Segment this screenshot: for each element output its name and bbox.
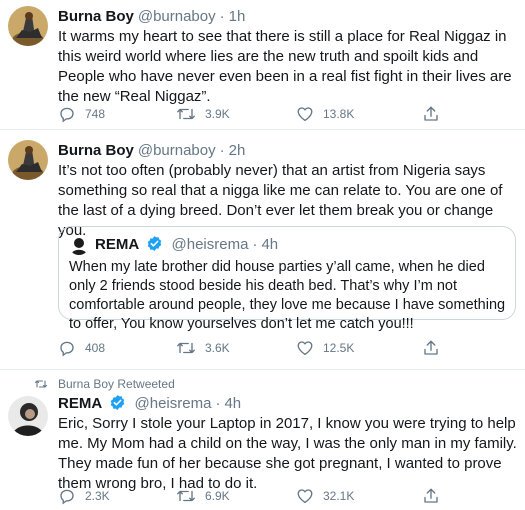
- heart-icon: [297, 107, 313, 122]
- display-name[interactable]: REMA: [58, 395, 102, 412]
- quoted-avatar: [69, 235, 89, 255]
- tweet[interactable]: Burna Boy @burnaboy · 1h It warms my heart …: [0, 0, 525, 130]
- share-button[interactable]: [422, 486, 440, 506]
- tweet-actions: 2.3K 6.9K 32.1K: [58, 486, 518, 506]
- reply-icon: [60, 489, 74, 505]
- quoted-display-name: REMA: [95, 236, 140, 253]
- tweet-header: REMA @heisrema · 4h: [58, 394, 241, 414]
- tweet-actions: 748 3.9K 13.8K: [58, 104, 518, 124]
- retweeted-by-label: Burna Boy Retweeted: [58, 377, 175, 391]
- avatar[interactable]: [8, 6, 48, 46]
- share-button[interactable]: [422, 338, 440, 358]
- display-name[interactable]: Burna Boy: [58, 8, 134, 25]
- separator-dot: ·: [252, 236, 258, 253]
- user-handle[interactable]: @burnaboy: [138, 142, 216, 159]
- tweet-time[interactable]: 1h: [229, 8, 246, 25]
- reply-button[interactable]: 2.3K: [58, 486, 110, 506]
- display-name[interactable]: Burna Boy: [58, 142, 134, 159]
- share-button[interactable]: [422, 104, 440, 124]
- heart-icon: [297, 489, 313, 504]
- like-count: 32.1K: [323, 489, 355, 503]
- like-count: 12.5K: [323, 341, 355, 355]
- retweet-icon: [34, 380, 48, 388]
- share-icon: [424, 340, 438, 355]
- separator-dot: ·: [215, 395, 221, 412]
- retweet-icon: [177, 108, 195, 120]
- reply-button[interactable]: 748: [58, 104, 105, 124]
- retweet-icon: [177, 342, 195, 354]
- verified-icon: [111, 395, 125, 410]
- tweet-time[interactable]: 4h: [224, 395, 241, 412]
- avatar[interactable]: [8, 396, 48, 436]
- user-handle[interactable]: @heisrema: [135, 395, 212, 412]
- tweet-header: Burna Boy @burnaboy · 1h: [58, 7, 245, 27]
- share-icon: [424, 488, 438, 503]
- retweet-icon: [177, 490, 195, 502]
- quoted-user-handle: @heisrema: [171, 236, 249, 253]
- retweeted-by-line[interactable]: Burna Boy Retweeted: [34, 376, 175, 392]
- like-count: 13.8K: [323, 107, 355, 121]
- quoted-header: REMA @heisrema · 4h: [95, 235, 278, 255]
- heart-icon: [297, 341, 313, 356]
- quoted-tweet-text: When my late brother did house parties y…: [69, 259, 506, 332]
- retweet-count: 3.9K: [205, 107, 230, 121]
- tweet-text: Eric, Sorry I stole your Laptop in 2017,…: [58, 415, 517, 492]
- like-button[interactable]: 13.8K: [296, 104, 354, 124]
- tweet[interactable]: Burna Boy @burnaboy · 2h It’s not too often…: [0, 130, 525, 370]
- retweet-button[interactable]: 3.6K: [176, 338, 230, 358]
- quoted-tweet[interactable]: REMA @heisrema · 4h When my late brother d…: [58, 226, 516, 332]
- like-button[interactable]: 32.1K: [296, 486, 354, 506]
- reply-icon: [60, 107, 74, 123]
- tweet-time[interactable]: 2h: [229, 142, 246, 159]
- user-handle[interactable]: @burnaboy: [138, 8, 216, 25]
- retweet-button[interactable]: 6.9K: [176, 486, 230, 506]
- reply-button[interactable]: 408: [58, 338, 105, 358]
- retweet-count: 6.9K: [205, 489, 230, 503]
- reply-count: 2.3K: [85, 489, 110, 503]
- reply-count: 408: [85, 341, 106, 355]
- retweet-button[interactable]: 3.9K: [176, 104, 230, 124]
- like-button[interactable]: 12.5K: [296, 338, 354, 358]
- tweet-header: Burna Boy @burnaboy · 2h: [58, 141, 245, 161]
- quoted-tweet-time: 4h: [261, 236, 279, 253]
- reply-count: 748: [85, 107, 106, 121]
- verified-icon: [148, 236, 162, 251]
- separator-dot: ·: [219, 142, 225, 159]
- avatar[interactable]: [8, 140, 48, 180]
- share-icon: [424, 106, 438, 121]
- separator-dot: ·: [219, 8, 225, 25]
- tweet-text: It warms my heart to see that there is s…: [58, 28, 512, 105]
- reply-icon: [60, 341, 74, 357]
- tweet[interactable]: Burna Boy Retweeted REMA @heisrema · 4h Er…: [0, 370, 525, 510]
- retweet-count: 3.6K: [205, 341, 230, 355]
- tweet-actions: 408 3.6K 12.5K: [58, 338, 518, 358]
